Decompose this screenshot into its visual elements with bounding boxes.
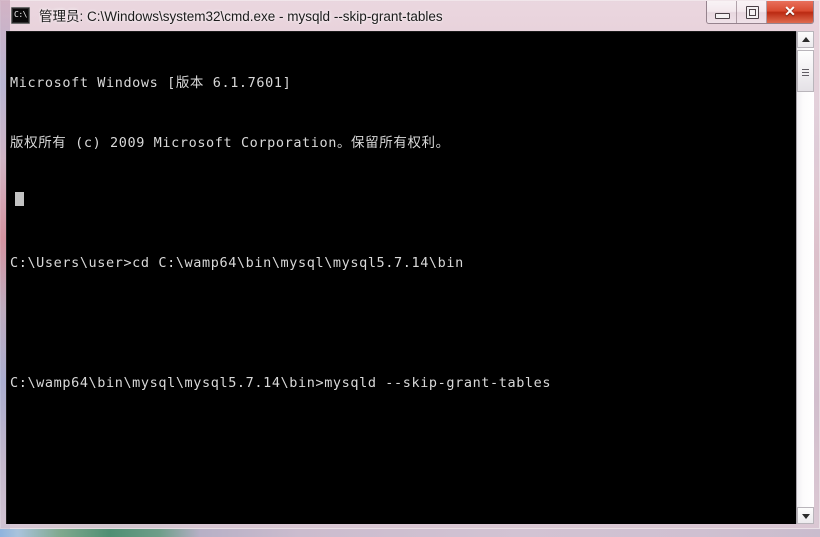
- minimize-icon: [715, 13, 730, 19]
- scrollbar-thumb[interactable]: [797, 50, 814, 92]
- scrollbar-down-button[interactable]: [797, 507, 814, 524]
- console-line: 版权所有 (c) 2009 Microsoft Corporation。保留所有…: [10, 135, 450, 151]
- maximize-button[interactable]: [737, 1, 767, 23]
- chevron-up-icon: [802, 37, 810, 42]
- chevron-down-icon: [802, 514, 810, 519]
- window-controls[interactable]: ✕: [706, 1, 814, 24]
- console-scrollbar[interactable]: [796, 31, 814, 524]
- scrollbar-grip-line: [802, 75, 809, 76]
- cmd-window[interactable]: C:\ 管理员: C:\Windows\system32\cmd.exe - m…: [0, 0, 820, 529]
- maximize-icon: [746, 6, 759, 19]
- cmd-exe-icon: C:\: [11, 6, 30, 24]
- console-client-area[interactable]: Microsoft Windows [版本 6.1.7601] 版权所有 (c)…: [6, 31, 814, 524]
- cmd-exe-icon-label: C:\: [14, 9, 27, 19]
- console-line: C:\wamp64\bin\mysql\mysql5.7.14\bin>mysq…: [10, 375, 552, 391]
- minimize-button[interactable]: [707, 1, 737, 23]
- console-line: C:\Users\user>cd C:\wamp64\bin\mysql\mys…: [10, 255, 464, 271]
- console-output: Microsoft Windows [版本 6.1.7601] 版权所有 (c)…: [10, 33, 790, 433]
- scrollbar-up-button[interactable]: [797, 31, 814, 48]
- close-button[interactable]: ✕: [767, 1, 813, 23]
- scrollbar-grip-line: [802, 69, 809, 70]
- scrollbar-grip-line: [802, 72, 809, 73]
- console-line: Microsoft Windows [版本 6.1.7601]: [10, 75, 292, 91]
- window-titlebar[interactable]: C:\ 管理员: C:\Windows\system32\cmd.exe - m…: [0, 0, 820, 30]
- close-icon: ✕: [784, 3, 796, 19]
- console-cursor: [15, 192, 24, 206]
- window-title: 管理员: C:\Windows\system32\cmd.exe - mysql…: [39, 9, 443, 24]
